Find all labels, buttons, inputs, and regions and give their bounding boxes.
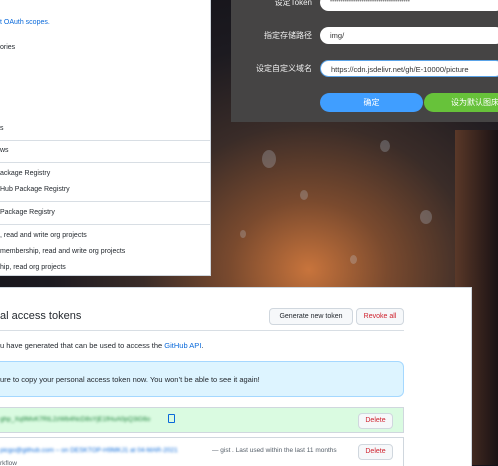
- revoke-all-button[interactable]: Revoke all: [356, 308, 404, 325]
- scope-repositories: ories: [0, 44, 16, 51]
- scope-workflows: ws: [0, 147, 9, 154]
- token-last-used: . Last used within the last 11 months: [232, 447, 337, 454]
- description-text: u have generated that can be used to acc…: [0, 341, 165, 350]
- tokens-description: u have generated that can be used to acc…: [0, 341, 204, 350]
- delete-new-token-button[interactable]: Delete: [358, 413, 393, 429]
- scope-delete-packages: Package Registry: [0, 209, 55, 216]
- generate-new-token-button[interactable]: Generate new token: [269, 308, 353, 325]
- scope-write-packages: ackage Registry: [0, 170, 51, 177]
- personal-access-tokens-panel: al access tokens Generate new token Revo…: [0, 287, 472, 466]
- background-droplet: [350, 255, 357, 264]
- scope-packages: s: [0, 125, 4, 132]
- custom-domain-input[interactable]: https://cdn.jsdelivr.net/gh/E-10000/pict…: [320, 60, 498, 77]
- token-scope: — gist: [212, 447, 231, 454]
- scope-write-org: membership, read and write org projects: [0, 248, 126, 255]
- token-label: 设定Token: [274, 0, 312, 7]
- flash-message: ure to copy your personal access token n…: [0, 375, 260, 384]
- scope-read-org: hip, read org projects: [0, 264, 66, 271]
- divider: [0, 201, 210, 202]
- storage-path-label: 指定存储路径: [264, 31, 312, 40]
- image-host-settings-dialog: 设定Token ••••••••••••••••••••••••••••••••…: [231, 0, 498, 122]
- scope-read-packages: Hub Package Registry: [0, 186, 70, 193]
- new-token-value: ghp_Xq9MvK7RtL2zWb4NcD8sYjE1fHuA0pQ3iG6o: [0, 416, 151, 423]
- divider: [0, 162, 210, 163]
- background-droplet: [380, 140, 390, 152]
- set-default-button[interactable]: 设为默认图床: [424, 93, 498, 112]
- page-title: al access tokens: [0, 310, 82, 322]
- divider: [0, 224, 210, 225]
- divider: [0, 330, 404, 331]
- background-droplet: [300, 190, 308, 200]
- scope-admin-org: , read and write org projects: [0, 232, 87, 239]
- divider: [0, 140, 210, 141]
- token-scopes-panel: t OAuth scopes. ories s ws ackage Regist…: [0, 0, 211, 276]
- oauth-scopes-link[interactable]: t OAuth scopes.: [0, 15, 210, 31]
- delete-token-button[interactable]: Delete: [358, 444, 393, 460]
- background-droplet: [262, 150, 276, 168]
- description-suffix: .: [201, 341, 204, 350]
- token-input[interactable]: ••••••••••••••••••••••••••••••••••••••: [320, 0, 498, 11]
- copy-icon[interactable]: [168, 414, 175, 423]
- new-token-row: ghp_Xq9MvK7RtL2zWb4NcD8sYjE1fHuA0pQ3iG6o…: [0, 407, 404, 433]
- token-workflow-scope: rkflow: [0, 460, 17, 466]
- background-droplet: [240, 230, 246, 238]
- token-note-link[interactable]: picgo@github.com – on DESKTOP-H9MKJ1 at …: [0, 447, 178, 454]
- background-droplet: [420, 210, 432, 224]
- copy-token-flash: ure to copy your personal access token n…: [0, 361, 404, 397]
- custom-domain-label: 设定自定义域名: [256, 64, 312, 73]
- storage-path-input[interactable]: img/: [320, 27, 498, 44]
- token-row: picgo@github.com – on DESKTOP-H9MKJ1 at …: [0, 437, 404, 466]
- confirm-button[interactable]: 确定: [320, 93, 423, 112]
- github-api-link[interactable]: GitHub API: [164, 341, 201, 350]
